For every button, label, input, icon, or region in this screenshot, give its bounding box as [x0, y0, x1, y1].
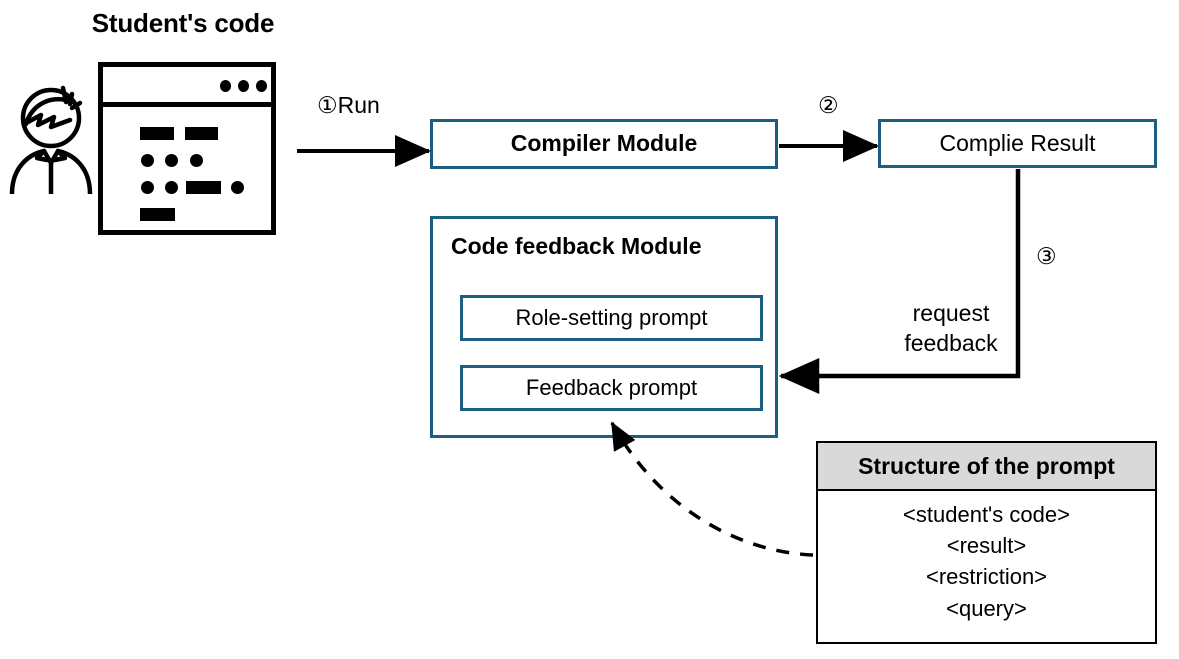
- code-line-dot: [231, 181, 244, 194]
- code-window-body: [103, 107, 271, 230]
- code-line-dot: [141, 154, 154, 167]
- node-compiler-module-label: Compiler Module: [510, 130, 698, 157]
- edge-label-request-feedback-line2: feedback: [904, 330, 998, 357]
- edge-label-step2: ②: [818, 92, 839, 118]
- node-code-feedback-module-label: Code feedback Module: [451, 233, 702, 259]
- code-line-dot: [165, 181, 178, 194]
- edge-prompt-structure-dashed-arrow: [610, 421, 814, 557]
- structure-of-the-prompt-header: Structure of the prompt: [818, 443, 1155, 491]
- node-compiler-module[interactable]: Compiler Module: [430, 119, 778, 169]
- edge-label-step3: ③: [1036, 243, 1057, 269]
- node-feedback-prompt[interactable]: Feedback prompt: [460, 365, 763, 411]
- structure-of-the-prompt-table: Structure of the prompt <student's code>…: [816, 441, 1157, 644]
- edge-label-request-feedback: request feedback: [890, 298, 1012, 359]
- node-role-setting-prompt[interactable]: Role-setting prompt: [460, 295, 763, 341]
- node-code-feedback-module[interactable]: Code feedback Module Role-setting prompt…: [430, 216, 778, 438]
- structure-of-the-prompt-body: <student's code> <result> <restriction> …: [818, 491, 1155, 624]
- window-dot-icon: [220, 80, 231, 92]
- code-line-block: [140, 208, 175, 221]
- node-role-setting-prompt-label: Role-setting prompt: [515, 304, 708, 330]
- window-dot-icon: [238, 80, 249, 92]
- student-avatar-icon: [8, 84, 98, 199]
- diagram-canvas: Student's code ①Run ② ③ request feedback…: [0, 0, 1179, 659]
- student-code-window: [98, 62, 276, 235]
- structure-row: <student's code>: [903, 502, 1070, 527]
- node-compile-result[interactable]: Complie Result: [878, 119, 1157, 168]
- code-line-block: [186, 181, 221, 194]
- edge-label-request-feedback-line1: request: [912, 300, 990, 326]
- code-window-titlebar: [103, 67, 271, 107]
- window-dot-icon: [256, 80, 267, 92]
- structure-row: <restriction>: [925, 564, 1048, 590]
- code-line-block: [185, 127, 218, 140]
- code-line-dot: [165, 154, 178, 167]
- node-compile-result-label: Complie Result: [939, 129, 1096, 156]
- structure-row: <query>: [946, 595, 1027, 621]
- node-feedback-prompt-label: Feedback prompt: [525, 374, 698, 400]
- code-line-block: [140, 127, 174, 140]
- code-line-dot: [141, 181, 154, 194]
- page-title: Student's code: [91, 8, 275, 38]
- code-line-dot: [190, 154, 203, 167]
- structure-row: <result>: [946, 533, 1027, 559]
- edge-label-step1: ①Run: [317, 92, 380, 118]
